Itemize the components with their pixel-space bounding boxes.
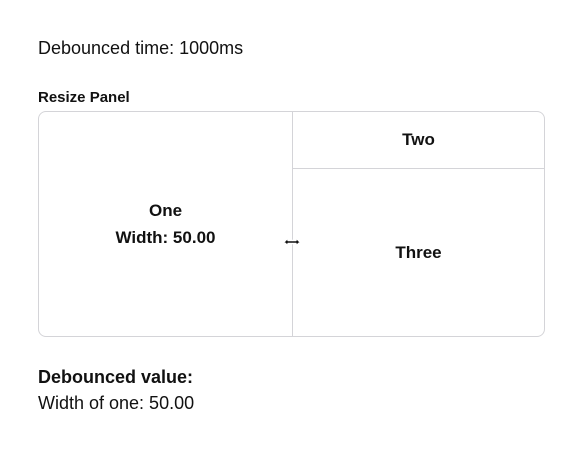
panel-two-label: Two [402,130,435,149]
panel-one-width: Width: 50.00 [115,228,216,247]
debounced-value-heading: Debounced value: [38,367,194,387]
resize-panel-title: Resize Panel [38,89,130,106]
resize-horizontal-cursor-icon [283,237,301,247]
panel-two: Two [293,112,544,168]
debounced-time-label: Debounced time: 1000ms [38,38,244,58]
resize-panel-group: One Width: 50.00 Two Three [38,111,545,337]
panel-three: Three [293,169,544,336]
panel-one-label: One [148,201,183,220]
debounced-value-text: Width of one: 50.00 [38,393,195,413]
panel-one: One Width: 50.00 [39,112,292,336]
vertical-resize-handle[interactable] [283,112,301,336]
panel-three-label: Three [395,242,442,262]
right-panel-column: Two Three [293,112,544,336]
